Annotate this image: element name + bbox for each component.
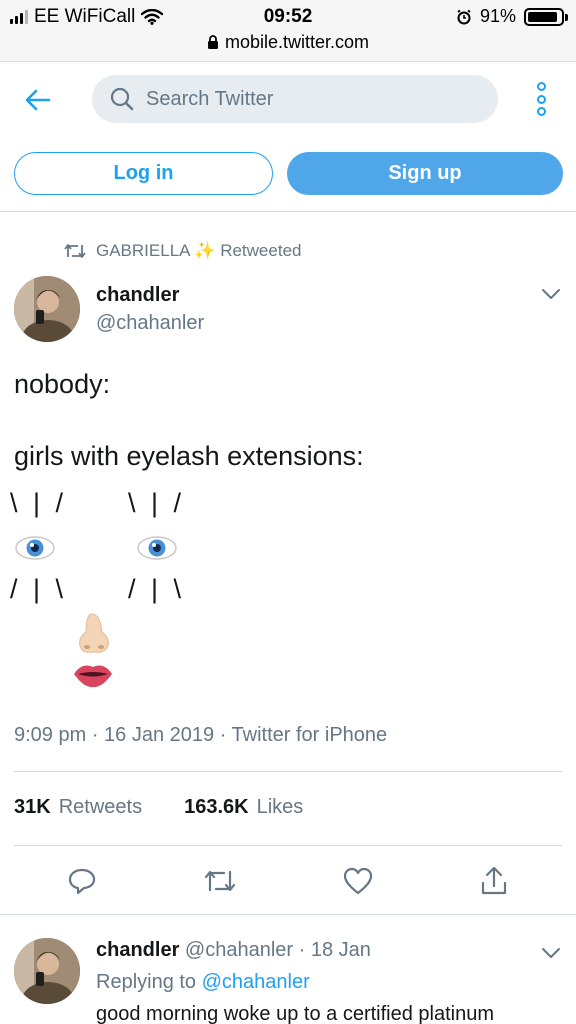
reply-author-handle[interactable]: @chahanler bbox=[185, 939, 293, 961]
back-arrow-icon bbox=[25, 89, 51, 111]
reply-header: chandler @chahanler · 18 Jan bbox=[96, 939, 371, 962]
battery-status: 91% bbox=[456, 6, 568, 27]
eye-icon bbox=[15, 536, 55, 560]
tweet-text-line2: girls with eyelash extensions: bbox=[14, 441, 364, 471]
author-avatar[interactable] bbox=[14, 276, 80, 342]
sparkles-icon: ✨ bbox=[194, 241, 216, 260]
lock-icon bbox=[207, 35, 218, 49]
share-icon bbox=[481, 866, 507, 895]
retweet-button[interactable] bbox=[203, 864, 237, 898]
eye-icon bbox=[137, 536, 177, 560]
tweet-timestamp[interactable]: 9:09 pm · 16 Jan 2019 · Twitter for iPho… bbox=[14, 724, 387, 747]
retweeter-name[interactable]: GABRIELLA ✨ Retweeted bbox=[96, 241, 301, 261]
actions-divider bbox=[0, 914, 576, 915]
nose-icon bbox=[79, 613, 109, 653]
reply-icon bbox=[68, 868, 96, 895]
reply-author-avatar[interactable] bbox=[14, 938, 80, 1004]
chevron-down-icon[interactable] bbox=[541, 287, 561, 301]
author-name[interactable]: chandler bbox=[96, 284, 179, 307]
retweets-stat[interactable]: 31K Retweets bbox=[14, 796, 142, 819]
battery-percent: 91% bbox=[479, 6, 516, 26]
more-options-icon[interactable] bbox=[530, 82, 552, 116]
replying-to: Replying to @chahanler bbox=[96, 971, 310, 993]
reply-button[interactable] bbox=[65, 864, 99, 898]
replying-to-mention[interactable]: @chahanler bbox=[202, 971, 310, 993]
reply-date[interactable]: · 18 Jan bbox=[299, 939, 371, 961]
tweet-text-line1: nobody: bbox=[14, 369, 111, 399]
tweet-text: nobody: girls with eyelash extensions: bbox=[14, 366, 364, 474]
retweet-context[interactable]: GABRIELLA ✨ Retweeted bbox=[64, 241, 301, 261]
retweet-icon bbox=[64, 244, 86, 258]
lashes-top-left: \ | / bbox=[10, 488, 68, 518]
mouth-icon bbox=[74, 665, 112, 688]
battery-icon bbox=[524, 7, 568, 26]
author-handle[interactable]: @chahanler bbox=[96, 312, 204, 335]
lashes-top-right: \ | / bbox=[128, 488, 186, 518]
search-input[interactable] bbox=[146, 87, 446, 111]
stats-divider bbox=[14, 845, 562, 846]
url-text: mobile.twitter.com bbox=[224, 32, 370, 52]
emoji-face: \ | / \ | / / | \ / | \ bbox=[10, 488, 230, 698]
lashes-bottom-left: / | \ bbox=[10, 574, 68, 604]
like-icon bbox=[343, 867, 373, 895]
back-button[interactable] bbox=[20, 82, 56, 118]
reply-text: good morning woke up to a certified plat… bbox=[96, 1003, 495, 1024]
signup-button[interactable]: Sign up bbox=[287, 152, 563, 195]
retweet-icon bbox=[204, 870, 236, 892]
search-icon bbox=[110, 87, 134, 111]
reply-author-name[interactable]: chandler bbox=[96, 939, 179, 961]
status-bar: EE WiFiCall 09:52 91% mobile.twitter.com bbox=[0, 0, 576, 62]
tweet-actions bbox=[0, 864, 576, 898]
like-button[interactable] bbox=[341, 864, 375, 898]
chevron-down-icon[interactable] bbox=[541, 946, 561, 960]
login-button[interactable]: Log in bbox=[14, 152, 273, 195]
lashes-bottom-right: / | \ bbox=[128, 574, 186, 604]
meta-divider bbox=[14, 771, 562, 772]
address-bar[interactable]: mobile.twitter.com bbox=[0, 32, 576, 53]
header-divider bbox=[0, 211, 576, 212]
alarm-icon bbox=[457, 9, 471, 24]
search-box[interactable] bbox=[92, 75, 498, 123]
share-button[interactable] bbox=[477, 864, 511, 898]
tweet-stats: 31K Retweets 163.6K Likes bbox=[14, 796, 303, 819]
likes-stat[interactable]: 163.6K Likes bbox=[184, 796, 303, 819]
